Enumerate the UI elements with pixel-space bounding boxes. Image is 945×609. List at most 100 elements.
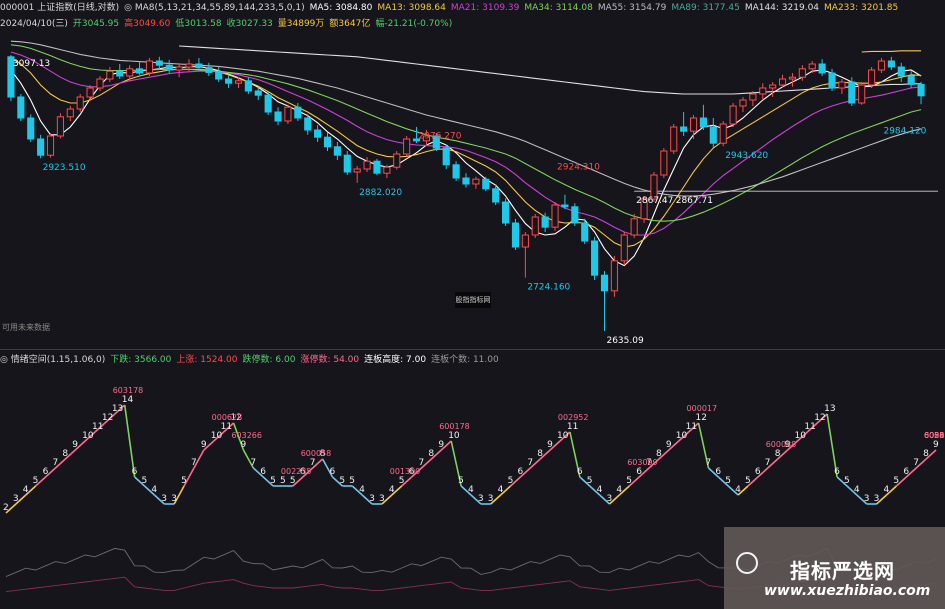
candle-body (225, 78, 233, 84)
limit-up-stock-code: 600058 (301, 449, 332, 458)
main-header-item-2: MA5: 3084.80 (309, 3, 373, 13)
ma-line-ma5 (10, 65, 922, 267)
candle-body (373, 160, 381, 174)
candle-body (759, 87, 767, 95)
candle-body (46, 135, 55, 156)
limit-up-stock-code: 000017 (687, 404, 718, 413)
sentiment-point-label: 3 (488, 494, 494, 504)
info-header-item-3: 低3013.58 (175, 19, 222, 29)
panel-divider (0, 349, 945, 350)
sentiment-point-label: 4 (735, 485, 741, 495)
sentiment-point-label: 5 (33, 476, 39, 486)
candle-body (917, 83, 925, 97)
candle-body (769, 84, 777, 89)
sentiment-point-label: 9 (933, 440, 939, 450)
sentiment-point-label: 4 (597, 485, 603, 495)
sentiment-point-label: 3 (369, 494, 375, 504)
main-indicator-header: 000001 上证指数(日线,对数) ◎ MA8(5,13,21,34,55,89… (0, 1, 945, 15)
sentiment-point-label: 10 (82, 431, 94, 441)
sub-indicator-header: ◎ 情绪空间(1.15,1.06,0) 下跌: 3566.00 上涨: 1524.0… (0, 353, 945, 367)
limit-up-stock-code: 001300 (390, 467, 421, 476)
limit-up-stock-code: 600088 (766, 440, 797, 449)
sentiment-point-label: 4 (616, 485, 622, 495)
sentiment-point-label: 9 (240, 440, 246, 450)
candle-body (37, 138, 45, 156)
sentiment-point-label: 6 (329, 467, 335, 477)
sub-header-item-5: 连板高度: 7.00 (364, 355, 427, 365)
info-header-item-7: 幅-21.21(-0.70%) (375, 19, 453, 29)
sentiment-point-label: 6 (43, 467, 49, 477)
sentiment-point-label: 4 (151, 485, 157, 495)
candle-body (907, 75, 915, 85)
sentiment-point-label: 4 (359, 485, 365, 495)
candle-body (215, 71, 223, 80)
sub-header-item-3: 跌停数: 6.00 (242, 355, 296, 365)
candle-body (135, 68, 144, 74)
sentiment-point-label: 6 (517, 467, 523, 477)
sentiment-point-label: 10 (211, 431, 223, 441)
sentiment-point-label: 4 (468, 485, 474, 495)
candle-body (877, 60, 886, 71)
main-header-item-4: MA21: 3109.39 (450, 3, 520, 13)
candle-body (660, 150, 668, 176)
candle-body (86, 87, 94, 98)
sentiment-point-label: 7 (527, 458, 533, 468)
sentiment-point-label: 6 (260, 467, 266, 477)
sentiment-point-label: 5 (399, 476, 405, 486)
price-annotation: 2635.09 (606, 336, 643, 346)
sentiment-point-label: 4 (498, 485, 504, 495)
candle-body (699, 117, 707, 128)
candle-body (482, 178, 490, 190)
limit-up-stock-code: 600178 (439, 422, 470, 431)
candle-body (680, 126, 688, 132)
sentiment-point-label: 3 (13, 494, 19, 504)
candle-body (561, 204, 569, 208)
candle-body (887, 60, 895, 68)
limit-up-stock-code: 603178 (113, 386, 144, 395)
candle-body (126, 68, 134, 77)
candle-body (274, 111, 282, 122)
candle-info-header: 2024/04/10(三) 开3045.95 高3049.60 低3013.58 收30… (0, 17, 945, 31)
candle-body (442, 147, 450, 166)
candle-body (254, 90, 262, 96)
sentiment-point-label: 11 (92, 422, 103, 432)
price-annotation: 2923.510 (43, 163, 86, 173)
sub-header-item-2: 上涨: 1524.00 (176, 355, 238, 365)
candle-body (492, 188, 500, 203)
candle-body (264, 94, 272, 113)
sentiment-point-label: 11 (221, 422, 232, 432)
limit-up-stock-code: 603266 (231, 431, 262, 440)
sub-header-item-4: 涨停数: 54.00 (300, 355, 360, 365)
sentiment-point-label: 5 (458, 476, 464, 486)
candle-body (76, 96, 84, 110)
sentiment-point-label: 5 (142, 476, 148, 486)
candle-body (17, 96, 25, 119)
candle-body (333, 146, 341, 156)
sentiment-point-label: 3 (607, 494, 613, 504)
candle-body (27, 117, 35, 140)
candle-body (531, 216, 539, 236)
sentiment-point-label: 6 (755, 467, 761, 477)
limit-up-stock-code: 002235 (281, 467, 312, 476)
ma-line-ma233 (861, 50, 922, 53)
candle-body (106, 70, 114, 80)
sentiment-point-label: 7 (913, 458, 919, 468)
candle-body (739, 99, 747, 107)
info-header-item-0: 2024/04/10(三) (0, 19, 68, 29)
sentiment-point-label: 10 (676, 431, 688, 441)
candle-body (343, 154, 351, 173)
candle-body (808, 63, 816, 70)
candle-body (185, 63, 193, 68)
candle-body (314, 129, 322, 138)
candle-body (462, 177, 470, 185)
sentiment-point-label: 5 (725, 476, 731, 486)
main-header-item-7: MA89: 3177.45 (671, 3, 740, 13)
sentiment-point-label: 9 (547, 440, 553, 450)
sentiment-point-label: 6 (715, 467, 721, 477)
candle-body (304, 117, 312, 131)
candle-body (600, 274, 609, 292)
candle-body (670, 126, 678, 152)
candle-body (363, 160, 371, 170)
candle-body (244, 80, 252, 92)
sentiment-point-label: 12 (102, 413, 113, 423)
